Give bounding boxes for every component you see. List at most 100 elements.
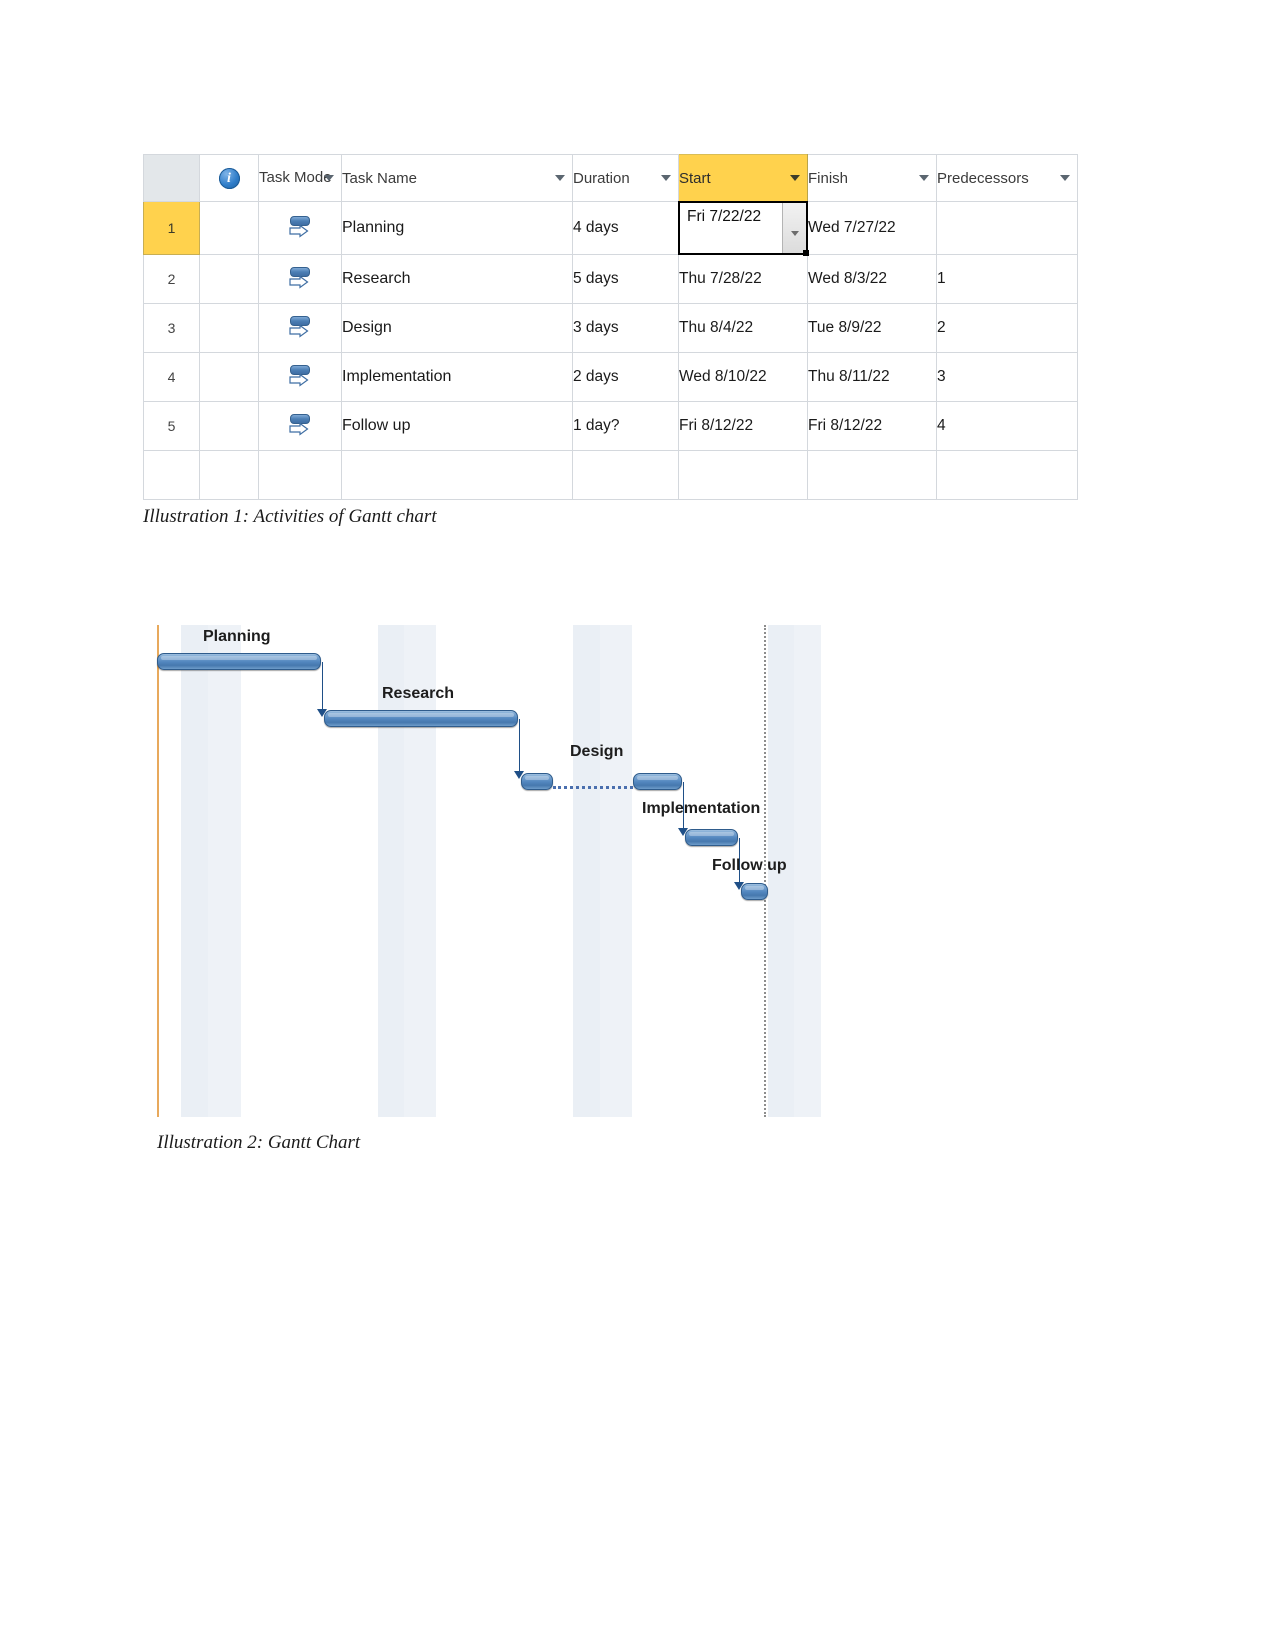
- filter-arrow-icon[interactable]: [919, 175, 929, 181]
- duration-cell[interactable]: 4 days: [572, 201, 679, 255]
- row-number-cell[interactable]: 1: [143, 201, 200, 255]
- row-number-cell[interactable]: 4: [143, 352, 200, 402]
- finish-cell[interactable]: Wed 7/27/22: [807, 201, 937, 255]
- column-header-predecessors-label: Predecessors: [937, 169, 1029, 187]
- row-number-cell[interactable]: 3: [143, 303, 200, 353]
- project-start-line: [157, 625, 159, 1117]
- task-mode-cell[interactable]: [258, 201, 342, 255]
- table-row[interactable]: 5 Follow up 1 day? Fri 8/12/22 Fri 8/12/…: [143, 401, 1078, 451]
- filter-arrow-icon[interactable]: [1060, 175, 1070, 181]
- gantt-label-follow-up: Follow up: [712, 857, 787, 874]
- figure-caption-1: Illustration 1: Activities of Gantt char…: [143, 506, 437, 527]
- indicator-cell[interactable]: [199, 401, 259, 451]
- indicator-cell[interactable]: [199, 450, 259, 500]
- task-name-cell[interactable]: Design: [341, 303, 573, 353]
- fill-handle[interactable]: [803, 250, 809, 256]
- gantt-bar-implementation[interactable]: [685, 829, 738, 846]
- duration-cell[interactable]: 2 days: [572, 352, 679, 402]
- predecessors-cell[interactable]: 2: [936, 303, 1078, 353]
- predecessors-cell[interactable]: [936, 450, 1078, 500]
- table-row-empty[interactable]: [143, 450, 1078, 500]
- duration-cell[interactable]: 1 day?: [572, 401, 679, 451]
- date-picker-dropdown-button[interactable]: [782, 203, 806, 253]
- start-cell[interactable]: Thu 7/28/22: [678, 254, 808, 304]
- gantt-bar-design-part2[interactable]: [633, 773, 682, 790]
- table-row[interactable]: 1 Planning 4 days Fri 7/22/22 Wed 7/27/2…: [143, 201, 1078, 256]
- task-table-container: i Task Mode Task Name Duration Start Fin…: [143, 154, 1078, 500]
- table-row[interactable]: 3 Design 3 days Thu 8/4/22 Tue 8/9/22 2: [143, 303, 1078, 353]
- finish-cell[interactable]: Tue 8/9/22: [807, 303, 937, 353]
- column-header-predecessors[interactable]: Predecessors: [936, 154, 1078, 202]
- weekend-band: [208, 625, 241, 1117]
- column-header-finish[interactable]: Finish: [807, 154, 937, 202]
- gantt-bar-research[interactable]: [324, 710, 518, 727]
- gantt-label-research: Research: [382, 685, 455, 702]
- column-header-finish-label: Finish: [808, 169, 849, 187]
- predecessors-cell[interactable]: 3: [936, 352, 1078, 402]
- indicator-cell[interactable]: [199, 201, 259, 255]
- task-mode-cell[interactable]: [258, 254, 342, 304]
- start-cell[interactable]: Fri 8/12/22: [678, 401, 808, 451]
- task-name-cell[interactable]: Follow up: [341, 401, 573, 451]
- column-header-duration[interactable]: Duration: [572, 154, 679, 202]
- indicator-cell[interactable]: [199, 303, 259, 353]
- table-row[interactable]: 4 Implementation 2 days Wed 8/10/22 Thu …: [143, 352, 1078, 402]
- task-mode-cell[interactable]: [258, 303, 342, 353]
- filter-arrow-icon[interactable]: [324, 175, 334, 181]
- column-header-row-number[interactable]: [143, 154, 200, 202]
- table-header-row: i Task Mode Task Name Duration Start Fin…: [143, 154, 1078, 202]
- predecessors-cell[interactable]: 4: [936, 401, 1078, 451]
- finish-cell[interactable]: Fri 8/12/22: [807, 401, 937, 451]
- predecessors-cell[interactable]: [936, 201, 1078, 255]
- task-mode-cell[interactable]: [258, 352, 342, 402]
- row-number-cell[interactable]: 5: [143, 401, 200, 451]
- row-number-cell[interactable]: 2: [143, 254, 200, 304]
- start-cell[interactable]: Wed 8/10/22: [678, 352, 808, 402]
- auto-schedule-icon: [287, 362, 313, 388]
- start-date-value: Fri 7/22/22: [687, 208, 762, 225]
- auto-schedule-icon: [287, 313, 313, 339]
- task-name-cell[interactable]: Implementation: [341, 352, 573, 402]
- auto-schedule-icon: [287, 213, 313, 239]
- table-header: i Task Mode Task Name Duration Start Fin…: [143, 154, 1078, 202]
- column-header-task-mode[interactable]: Task Mode: [258, 154, 342, 202]
- dependency-link-2-3: [519, 719, 520, 775]
- finish-cell[interactable]: Wed 8/3/22: [807, 254, 937, 304]
- gantt-label-implementation: Implementation: [642, 800, 761, 817]
- gantt-split-connector: [553, 786, 633, 789]
- table-row[interactable]: 2 Research 5 days Thu 7/28/22 Wed 8/3/22…: [143, 254, 1078, 304]
- duration-cell[interactable]: 3 days: [572, 303, 679, 353]
- indicator-cell[interactable]: [199, 254, 259, 304]
- duration-cell[interactable]: [572, 450, 679, 500]
- task-name-cell[interactable]: [341, 450, 573, 500]
- indicator-cell[interactable]: [199, 352, 259, 402]
- filter-arrow-icon[interactable]: [790, 175, 800, 181]
- gantt-chart: Planning Research Design Implementation …: [155, 625, 825, 1117]
- gantt-bar-follow-up[interactable]: [741, 883, 768, 900]
- column-header-task-name[interactable]: Task Name: [341, 154, 573, 202]
- duration-cell[interactable]: 5 days: [572, 254, 679, 304]
- task-mode-cell[interactable]: [258, 450, 342, 500]
- filter-arrow-icon[interactable]: [555, 175, 565, 181]
- start-cell[interactable]: Thu 8/4/22: [678, 303, 808, 353]
- filter-arrow-icon[interactable]: [661, 175, 671, 181]
- task-mode-cell[interactable]: [258, 401, 342, 451]
- gantt-bar-design-part1[interactable]: [521, 773, 553, 790]
- finish-cell[interactable]: [807, 450, 937, 500]
- weekend-band: [181, 625, 208, 1117]
- row-number-cell[interactable]: [143, 450, 200, 500]
- column-header-start[interactable]: Start: [678, 154, 808, 202]
- predecessors-cell[interactable]: 1: [936, 254, 1078, 304]
- chevron-down-icon: [790, 230, 799, 236]
- finish-cell[interactable]: Thu 8/11/22: [807, 352, 937, 402]
- start-cell[interactable]: [678, 450, 808, 500]
- start-date-editor[interactable]: Fri 7/22/22: [678, 201, 809, 256]
- column-header-indicator[interactable]: i: [199, 154, 259, 202]
- task-name-cell[interactable]: Research: [341, 254, 573, 304]
- auto-schedule-icon: [287, 264, 313, 290]
- weekend-band: [794, 625, 821, 1117]
- gantt-bar-planning[interactable]: [157, 653, 321, 670]
- task-table: i Task Mode Task Name Duration Start Fin…: [143, 154, 1078, 500]
- start-cell-selected[interactable]: Fri 7/22/22: [678, 201, 809, 256]
- task-name-cell[interactable]: Planning: [341, 201, 573, 255]
